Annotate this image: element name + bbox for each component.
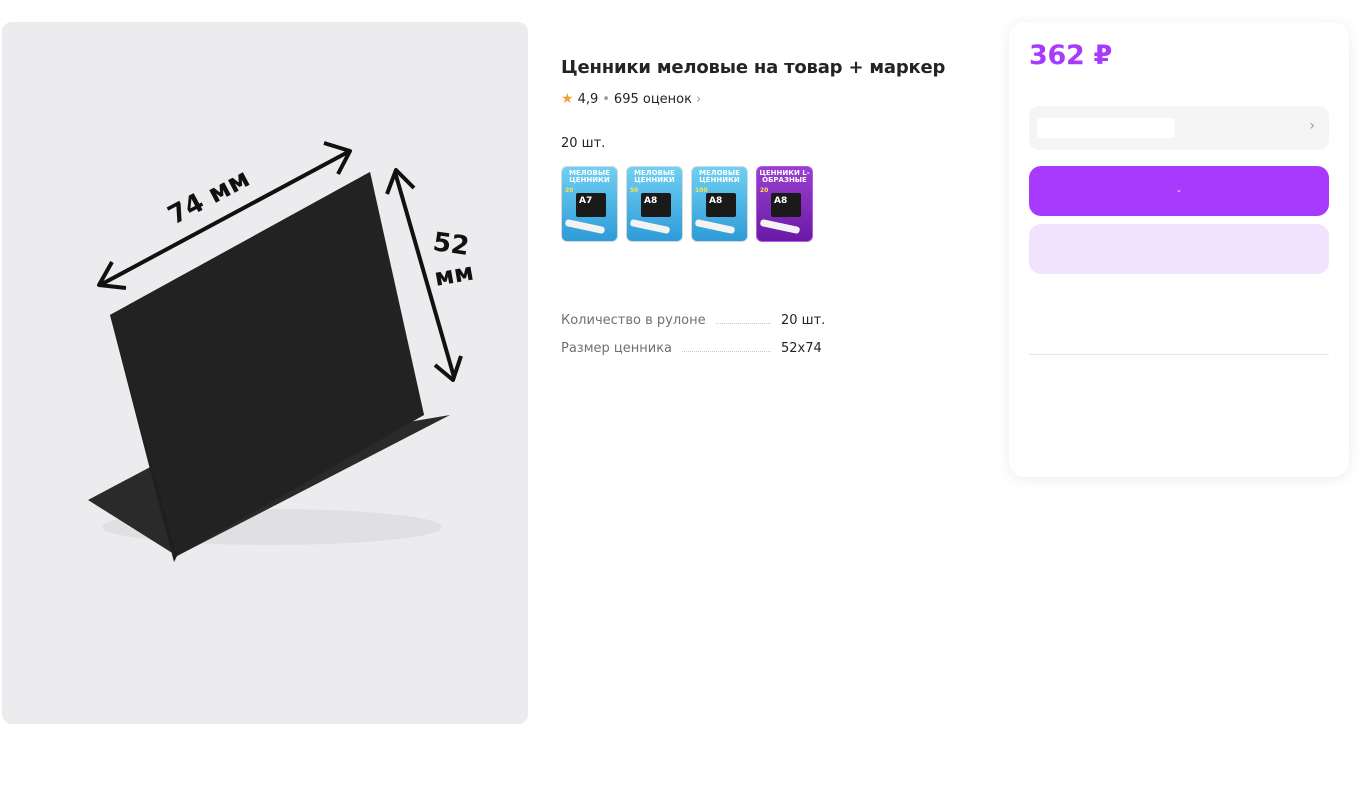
- thumbnail-tag: МЕЛОВЫЕ ЦЕННИКИ: [634, 169, 675, 184]
- thumbnail-tag: МЕЛОВЫЕ ЦЕННИКИ: [699, 169, 740, 184]
- rating-value: 4,9: [577, 91, 599, 107]
- variant-thumbnails: МЕЛОВЫЕ ЦЕННИКИ 20 A7 МЕЛОВЫЕ ЦЕННИКИ 50…: [561, 166, 813, 242]
- spec-row: Количество в рулоне 20 шт.: [561, 300, 831, 328]
- selector-placeholder: [1037, 118, 1175, 138]
- price: 362 ₽: [1029, 40, 1113, 71]
- spec-value: 20 шт.: [781, 313, 826, 328]
- rating-summary[interactable]: ★ 4,9 • 695 оценок ›: [561, 91, 701, 107]
- thumbnail-size: A7: [579, 196, 593, 206]
- spec-value: 52x74: [781, 341, 822, 356]
- thumbnail-size: A8: [644, 196, 658, 206]
- chevron-right-icon: ›: [695, 91, 702, 107]
- product-gallery[interactable]: 74 мм 52 мм: [2, 22, 528, 724]
- spec-label: Размер ценника: [561, 341, 673, 356]
- marker-icon: [564, 218, 606, 235]
- reviews-count[interactable]: 695 оценок: [614, 92, 692, 107]
- variant-thumbnail[interactable]: МЕЛОВЫЕ ЦЕННИКИ 50 A8: [626, 166, 683, 242]
- product-image: 74 мм 52 мм: [88, 141, 476, 562]
- thumbnail-count: 20: [760, 187, 769, 194]
- marker-icon: [694, 218, 736, 235]
- spec-label: Количество в рулоне: [561, 313, 706, 328]
- thumbnail-count: 50: [630, 187, 639, 194]
- thumbnail-count: 20: [565, 187, 574, 194]
- chalkboard-icon: A8: [641, 193, 671, 217]
- variant-label: 20 шт.: [561, 136, 606, 151]
- thumbnail-tag: ЦЕННИКИ L-ОБРАЗНЫЕ: [759, 169, 810, 184]
- thumbnail-size: A8: [709, 196, 723, 206]
- buy-now-button[interactable]: [1029, 224, 1329, 274]
- thumbnail-size: A8: [774, 196, 788, 206]
- height-dimension-number: 52: [431, 227, 471, 262]
- variant-thumbnail[interactable]: МЕЛОВЫЕ ЦЕННИКИ 100 A8: [691, 166, 748, 242]
- thumbnail-tag: МЕЛОВЫЕ ЦЕННИКИ: [569, 169, 610, 184]
- variant-thumbnail[interactable]: МЕЛОВЫЕ ЦЕННИКИ 20 A7: [561, 166, 618, 242]
- option-selector[interactable]: ›: [1029, 106, 1329, 150]
- height-dimension-unit: мм: [432, 258, 476, 292]
- width-dimension-label: 74 мм: [163, 163, 255, 231]
- separator-dot: •: [602, 91, 610, 107]
- chalkboard-icon: A8: [771, 193, 801, 217]
- product-specs: Количество в рулоне 20 шт. Размер ценник…: [561, 300, 831, 356]
- divider: [1029, 354, 1329, 355]
- star-icon: ★: [561, 91, 574, 107]
- buy-box: 362 ₽ › -: [1009, 22, 1349, 477]
- add-to-cart-button[interactable]: -: [1029, 166, 1329, 216]
- chalkboard-icon: A7: [576, 193, 606, 217]
- spec-leader: [682, 351, 771, 352]
- chalkboard-icon: A8: [706, 193, 736, 217]
- chevron-right-icon: ›: [1309, 118, 1315, 134]
- variant-thumbnail[interactable]: ЦЕННИКИ L-ОБРАЗНЫЕ 20 A8: [756, 166, 813, 242]
- marker-icon: [759, 218, 801, 235]
- product-title: Ценники меловые на товар + маркер: [561, 57, 946, 78]
- spec-row: Размер ценника 52x74: [561, 328, 831, 356]
- marker-icon: [629, 218, 671, 235]
- spec-leader: [715, 323, 771, 324]
